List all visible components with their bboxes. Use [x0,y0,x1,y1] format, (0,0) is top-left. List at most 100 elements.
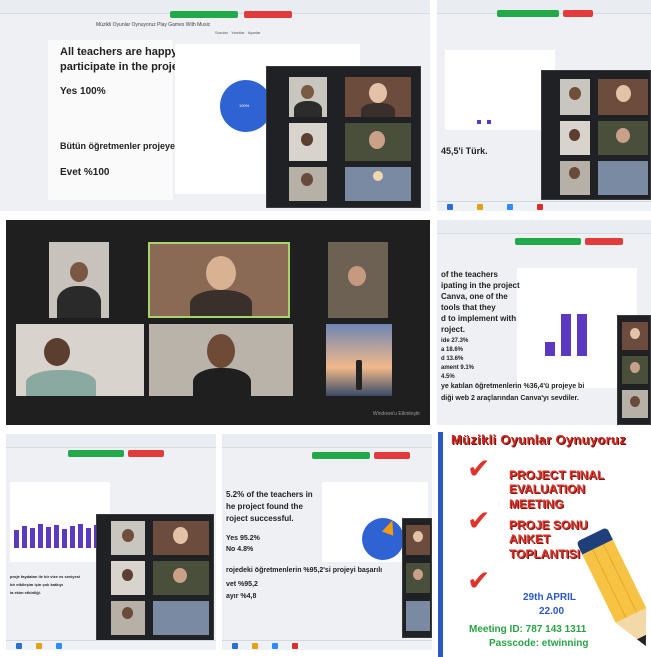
video-tile [289,123,327,161]
zoom-gallery-window [541,70,651,200]
slide-line: he project found the [226,502,303,511]
video-tile [560,79,590,115]
end-meeting-button[interactable] [128,450,164,457]
browser-toolbar [437,220,651,234]
screenshot-tile-4: of the teachers ipating in the project C… [437,220,651,425]
slide-line: ipating in the project [441,281,520,290]
zoom-gallery-window [402,518,432,638]
bar-chart [14,522,104,548]
slide-line: d to implement with [441,314,517,323]
meeting-id: Meeting ID: 787 143 1311 [469,624,587,635]
browser-toolbar [6,434,216,448]
participants-share-bar[interactable] [68,450,124,457]
passcode: Passcode: etwinning [489,638,589,649]
end-meeting-button[interactable] [374,452,410,459]
bar [78,524,83,548]
poster-title-tr: PROJE SONU ANKET TOPLANTISI [509,518,588,561]
slide-line: of the teachers [441,270,498,279]
video-tile [16,324,144,396]
tab-settings[interactable]: Ayarlar [248,30,261,35]
windows-taskbar [6,640,216,650]
video-tile [598,121,648,155]
video-tile [111,561,145,595]
check-icon: ✔ [467,564,491,597]
bar-2 [561,314,571,356]
form-question-card [445,50,555,130]
video-tile [622,390,648,418]
slide-line: bir etkileşim için çok katkıyı [10,582,63,587]
form-tabs: Sorular Yanıtlar Ayarlar [215,30,260,35]
slide-line: a 18.6% [441,347,464,353]
slide-line: 5.2% of the teachers in [226,490,313,499]
zoom-gallery-window [96,514,214,644]
screenshot-tile-1: Müzikli Oyunlar Oynuyoruz Play Games Wit… [0,0,430,211]
bar-3 [577,314,587,356]
video-tile [598,161,648,195]
screenshot-tile-3: Windows'u Etkinleştir [6,220,430,425]
bar-chart-stub [487,120,491,124]
video-tile [560,121,590,155]
screenshot-tile-5: proje faydaları ile bir vize vs seviyesi… [6,434,216,650]
participants-share-bar[interactable] [312,452,370,459]
video-tile [153,561,209,595]
bar [62,529,67,548]
poster-header: Müzikli Oyunlar Oynuyoruz [451,432,627,447]
bar [46,527,51,548]
zoom-gallery-window [266,66,421,208]
end-meeting-button[interactable] [244,11,292,18]
slide-line: rojedeki öğretmenlerin %95,2'si projeyi … [226,567,383,574]
poster-title-line: PROJE SONU [509,518,588,532]
participants-share-bar[interactable] [515,238,581,245]
video-tile [148,242,290,318]
check-icon: ✔ [467,504,491,537]
slide-line: participate in the project. [60,61,191,73]
video-tile [406,525,430,555]
participants-share-bar[interactable] [497,10,559,17]
slide-line: tools that they [441,303,496,312]
bar [30,528,35,548]
video-tile [622,322,648,350]
video-tile [289,77,327,117]
bar [22,526,27,548]
video-tile [111,521,145,555]
pie-label: 100% [239,103,250,108]
poster-title-line: MEETING [509,496,564,511]
bar [54,525,59,548]
poster-title-line: PROJECT FINAL [509,468,605,482]
bar [38,524,43,548]
slide-line: roject. [441,325,466,334]
windows-taskbar [437,201,651,211]
doc-title: Müzikli Oyunlar Oynuyoruz Play Games Wit… [96,22,211,28]
slide-line: diği web 2 araçlarından Canva'yı sevdile… [441,395,579,402]
poster-title-line: EVALUATION [509,482,586,497]
tab-questions[interactable]: Sorular [215,30,228,35]
poster-date: 29th APRIL [523,592,576,603]
end-meeting-button[interactable] [585,238,623,245]
bar [70,526,75,548]
video-tile [345,77,411,117]
event-poster: Müzikli Oyunlar Oynuyoruz ✔ PROJECT FINA… [438,432,651,657]
pie-chart [362,518,404,560]
bar-1 [545,342,555,356]
browser-toolbar [222,434,432,448]
participants-share-bar[interactable] [170,11,238,18]
slide-line: ayır %4,8 [226,593,257,600]
poster-time: 22.00 [539,606,565,617]
video-tile [328,242,388,318]
windows-taskbar [222,640,432,650]
video-tile [406,563,430,593]
screenshot-tile-2: 45,5'i Türk. [437,0,651,211]
slide-line: ide 27.3% [441,338,469,344]
zoom-gallery-window [617,315,651,425]
poster-title-line: TOPLANTISI [509,546,581,561]
tab-responses[interactable]: Yanıtlar [231,30,245,35]
slide-line: No 4.8% [226,546,254,553]
video-tile [598,79,648,115]
slide-line: proje faydaları ile bir vize vs seviyesi [10,574,81,579]
slide-line: Yes 100% [60,86,106,97]
end-meeting-button[interactable] [563,10,593,17]
bar [14,530,19,548]
video-tile [345,167,411,201]
video-tile [622,356,648,384]
slide-line: 45,5'i Türk. [441,146,488,156]
